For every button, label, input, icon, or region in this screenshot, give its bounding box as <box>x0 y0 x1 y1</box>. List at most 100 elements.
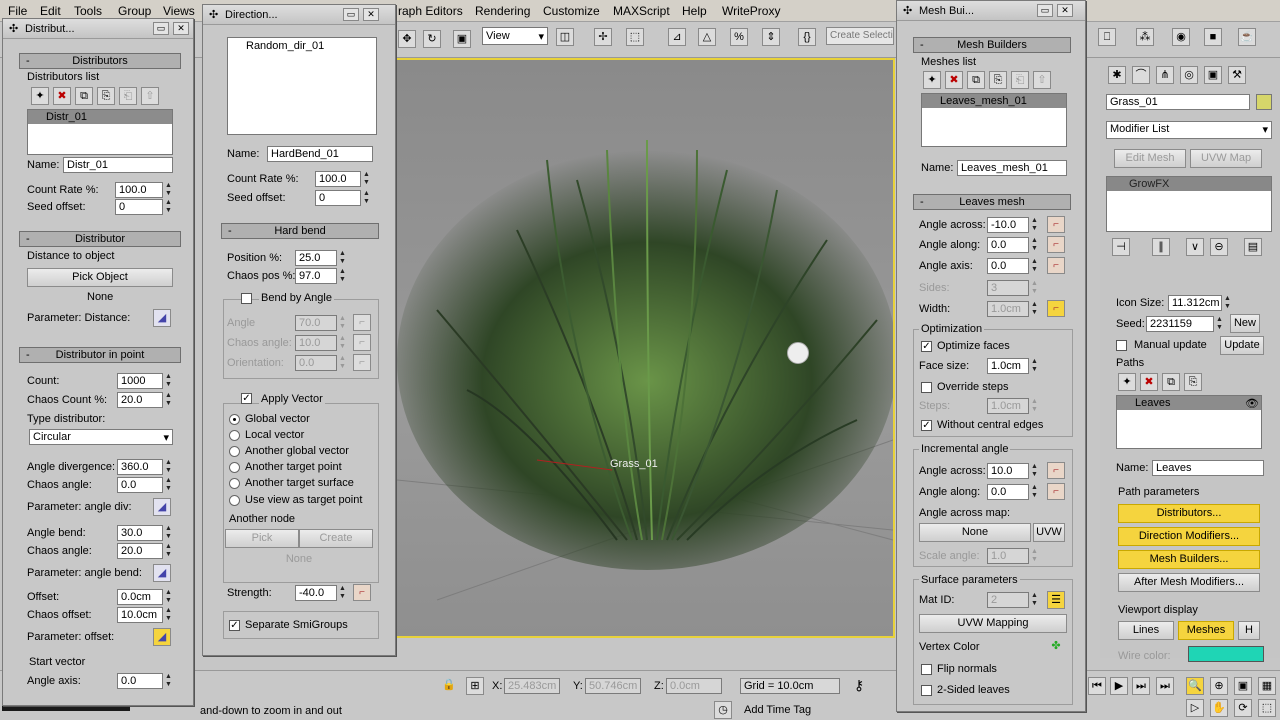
mesh-builders-rollout-header[interactable]: - Mesh Builders <box>913 37 1071 53</box>
minimize-icon[interactable]: ▭ <box>343 8 359 21</box>
count-spinner-arrows[interactable]: ▲ ▼ <box>164 373 173 389</box>
seed-offset-spinner-arrows[interactable]: ▲ ▼ <box>164 199 173 215</box>
chaos-angle-bend-spinner-arrows[interactable]: ▲ ▼ <box>164 543 173 559</box>
close-icon[interactable]: ✕ <box>1057 4 1073 17</box>
orbit-icon[interactable]: ⟳ <box>1234 699 1252 717</box>
orientation-spinner-arrows[interactable]: ▲ ▼ <box>338 355 347 371</box>
chaos-angle-bend-input[interactable]: 20.0 <box>117 543 163 559</box>
close-icon[interactable]: ✕ <box>363 8 379 21</box>
direction-modifiers-list[interactable]: Random_dir_01 <box>227 37 377 135</box>
optimize-faces-checkbox[interactable]: ✓ <box>921 341 932 352</box>
icon-size-spinner-arrows[interactable]: ▲ ▼ <box>1223 295 1232 311</box>
edit-named-sel-icon[interactable]: {} <box>798 28 816 46</box>
meshes-list[interactable]: Leaves_mesh_01 <box>921 93 1067 147</box>
distributors-rollout-header[interactable]: - Distributors <box>19 53 181 69</box>
inc-angle-along-curve-icon[interactable]: ⌐ <box>1047 483 1065 500</box>
percent-snap-icon[interactable]: % <box>730 28 748 46</box>
bend-chaos-angle-input[interactable]: 10.0 <box>295 335 337 351</box>
steps-spinner-arrows[interactable]: ▲ ▼ <box>1030 398 1039 414</box>
menu-customize[interactable]: Customize <box>543 4 600 18</box>
meshes-list-item[interactable]: Leaves_mesh_01 <box>922 94 1066 108</box>
angle-snap-icon[interactable]: △ <box>698 28 716 46</box>
instance-icon[interactable]: ⎗ <box>119 87 137 105</box>
mesh-builders-button[interactable]: Mesh Builders... <box>1118 550 1260 569</box>
time-tag-icon[interactable]: ◷ <box>714 701 732 719</box>
spinner-snap-icon[interactable]: ⇕ <box>762 28 780 46</box>
menu-graph-editors[interactable]: raph Editors <box>398 4 463 18</box>
angle-divergence-input[interactable]: 360.0 <box>117 459 163 475</box>
width-input[interactable]: 1.0cm <box>987 301 1029 317</box>
direction-count-rate-input[interactable]: 100.0 <box>315 171 361 187</box>
box-icon[interactable]: ⬚ <box>626 28 644 46</box>
view-target-point-radio[interactable] <box>229 495 240 506</box>
menu-rendering[interactable]: Rendering <box>475 4 530 18</box>
next-frame-icon[interactable]: ⏭ <box>1132 677 1150 695</box>
hierarchy-tab-icon[interactable]: ⋔ <box>1156 66 1174 84</box>
manual-update-checkbox[interactable] <box>1116 340 1127 351</box>
zoom-extents-icon[interactable]: ▣ <box>1234 677 1252 695</box>
chaos-angle-curve-icon[interactable]: ⌐ <box>353 334 371 351</box>
angle-divergence-spinner-arrows[interactable]: ▲ ▼ <box>164 459 173 475</box>
make-unique-icon[interactable]: ∨ <box>1186 238 1204 256</box>
utilities-tab-icon[interactable]: ⚒ <box>1228 66 1246 84</box>
paths-list[interactable]: Leaves 👁 <box>1116 395 1262 449</box>
menu-edit[interactable]: Edit <box>40 4 61 18</box>
menu-help[interactable]: Help <box>682 4 707 18</box>
modifier-list-dropdown[interactable]: Modifier List ▾ <box>1106 121 1272 139</box>
distributor-in-point-rollout-header[interactable]: - Distributor in point <box>19 347 181 363</box>
strength-input[interactable]: -40.0 <box>295 585 337 601</box>
eye-icon[interactable]: 👁 <box>1245 397 1259 410</box>
strength-curve-icon[interactable]: ⌐ <box>353 584 371 601</box>
menu-file[interactable]: File <box>8 4 27 18</box>
angle-along-input[interactable]: 0.0 <box>987 237 1029 253</box>
offset-input[interactable]: 0.0cm <box>117 589 163 605</box>
two-sided-leaves-checkbox[interactable] <box>921 685 932 696</box>
paths-item[interactable]: Leaves 👁 <box>1117 396 1261 410</box>
render-icon[interactable]: ☕ <box>1238 28 1256 46</box>
play-icon[interactable]: ▶ <box>1110 677 1128 695</box>
reference-coord-select[interactable]: View ▾ <box>482 27 548 45</box>
vertex-color-icon[interactable]: ✤ <box>1047 638 1065 656</box>
mat-id-input[interactable]: 2 <box>987 592 1029 608</box>
select-link-icon[interactable]: ✢ <box>594 28 612 46</box>
mesh-name-field[interactable]: Leaves_mesh_01 <box>957 160 1067 176</box>
angle-axis-curve-icon[interactable]: ⌐ <box>1047 257 1065 274</box>
schematic-icon[interactable]: ⁂ <box>1136 28 1154 46</box>
curve-graph-icon[interactable]: ◢ <box>153 309 171 327</box>
width-spinner-arrows[interactable]: ▲ ▼ <box>1030 301 1039 317</box>
curve-graph-icon[interactable]: ◢ <box>153 628 171 646</box>
zoom-icon[interactable]: 🔍 <box>1186 677 1204 695</box>
material-editor-icon[interactable]: ◉ <box>1172 28 1190 46</box>
curve-graph-icon[interactable]: ◢ <box>153 498 171 516</box>
offset-spinner-arrows[interactable]: ▲ ▼ <box>164 589 173 605</box>
type-distributor-dropdown[interactable]: Circular ▾ <box>29 429 173 445</box>
none-node-button[interactable]: None <box>225 551 373 570</box>
direction-modifiers-list-item[interactable]: Random_dir_01 <box>228 38 376 54</box>
x-coordinate-field[interactable]: 25.483cm <box>504 678 560 694</box>
minimize-icon[interactable]: ▭ <box>153 22 169 35</box>
angle-bend-input[interactable]: 30.0 <box>117 525 163 541</box>
path-name-field[interactable]: Leaves <box>1152 460 1264 476</box>
key-mode-icon[interactable]: ⏮ <box>1088 677 1106 695</box>
another-target-surface-radio[interactable] <box>229 478 240 489</box>
uvw-mapping-button[interactable]: UVW Mapping <box>919 614 1067 633</box>
inc-angle-across-curve-icon[interactable]: ⌐ <box>1047 462 1065 479</box>
absolute-mode-icon[interactable]: ⊞ <box>466 677 484 695</box>
curve-graph-icon[interactable]: ◢ <box>153 564 171 582</box>
chaos-angle-input[interactable]: 0.0 <box>117 477 163 493</box>
angle-bend-spinner-arrows[interactable]: ▲ ▼ <box>164 525 173 541</box>
seed-offset-input[interactable]: 0 <box>115 199 163 215</box>
delete-icon[interactable]: ✖ <box>53 87 71 105</box>
count-rate-input[interactable]: 100.0 <box>115 182 163 198</box>
orientation-input[interactable]: 0.0 <box>295 355 337 371</box>
override-steps-checkbox[interactable] <box>921 382 932 393</box>
create-node-button[interactable]: Create <box>299 529 373 548</box>
maximize-viewport-icon[interactable]: ⬚ <box>1258 699 1276 717</box>
chaos-count-input[interactable]: 20.0 <box>117 392 163 408</box>
pick-object-button[interactable]: Pick Object <box>27 268 173 287</box>
perspective-viewport[interactable]: Grass_01 <box>395 58 895 638</box>
pan-icon[interactable]: ✋ <box>1210 699 1228 717</box>
paste-path-icon[interactable]: ⎘ <box>1184 373 1202 391</box>
rotate-icon[interactable]: ↻ <box>423 30 441 48</box>
inc-angle-along-input[interactable]: 0.0 <box>987 484 1029 500</box>
